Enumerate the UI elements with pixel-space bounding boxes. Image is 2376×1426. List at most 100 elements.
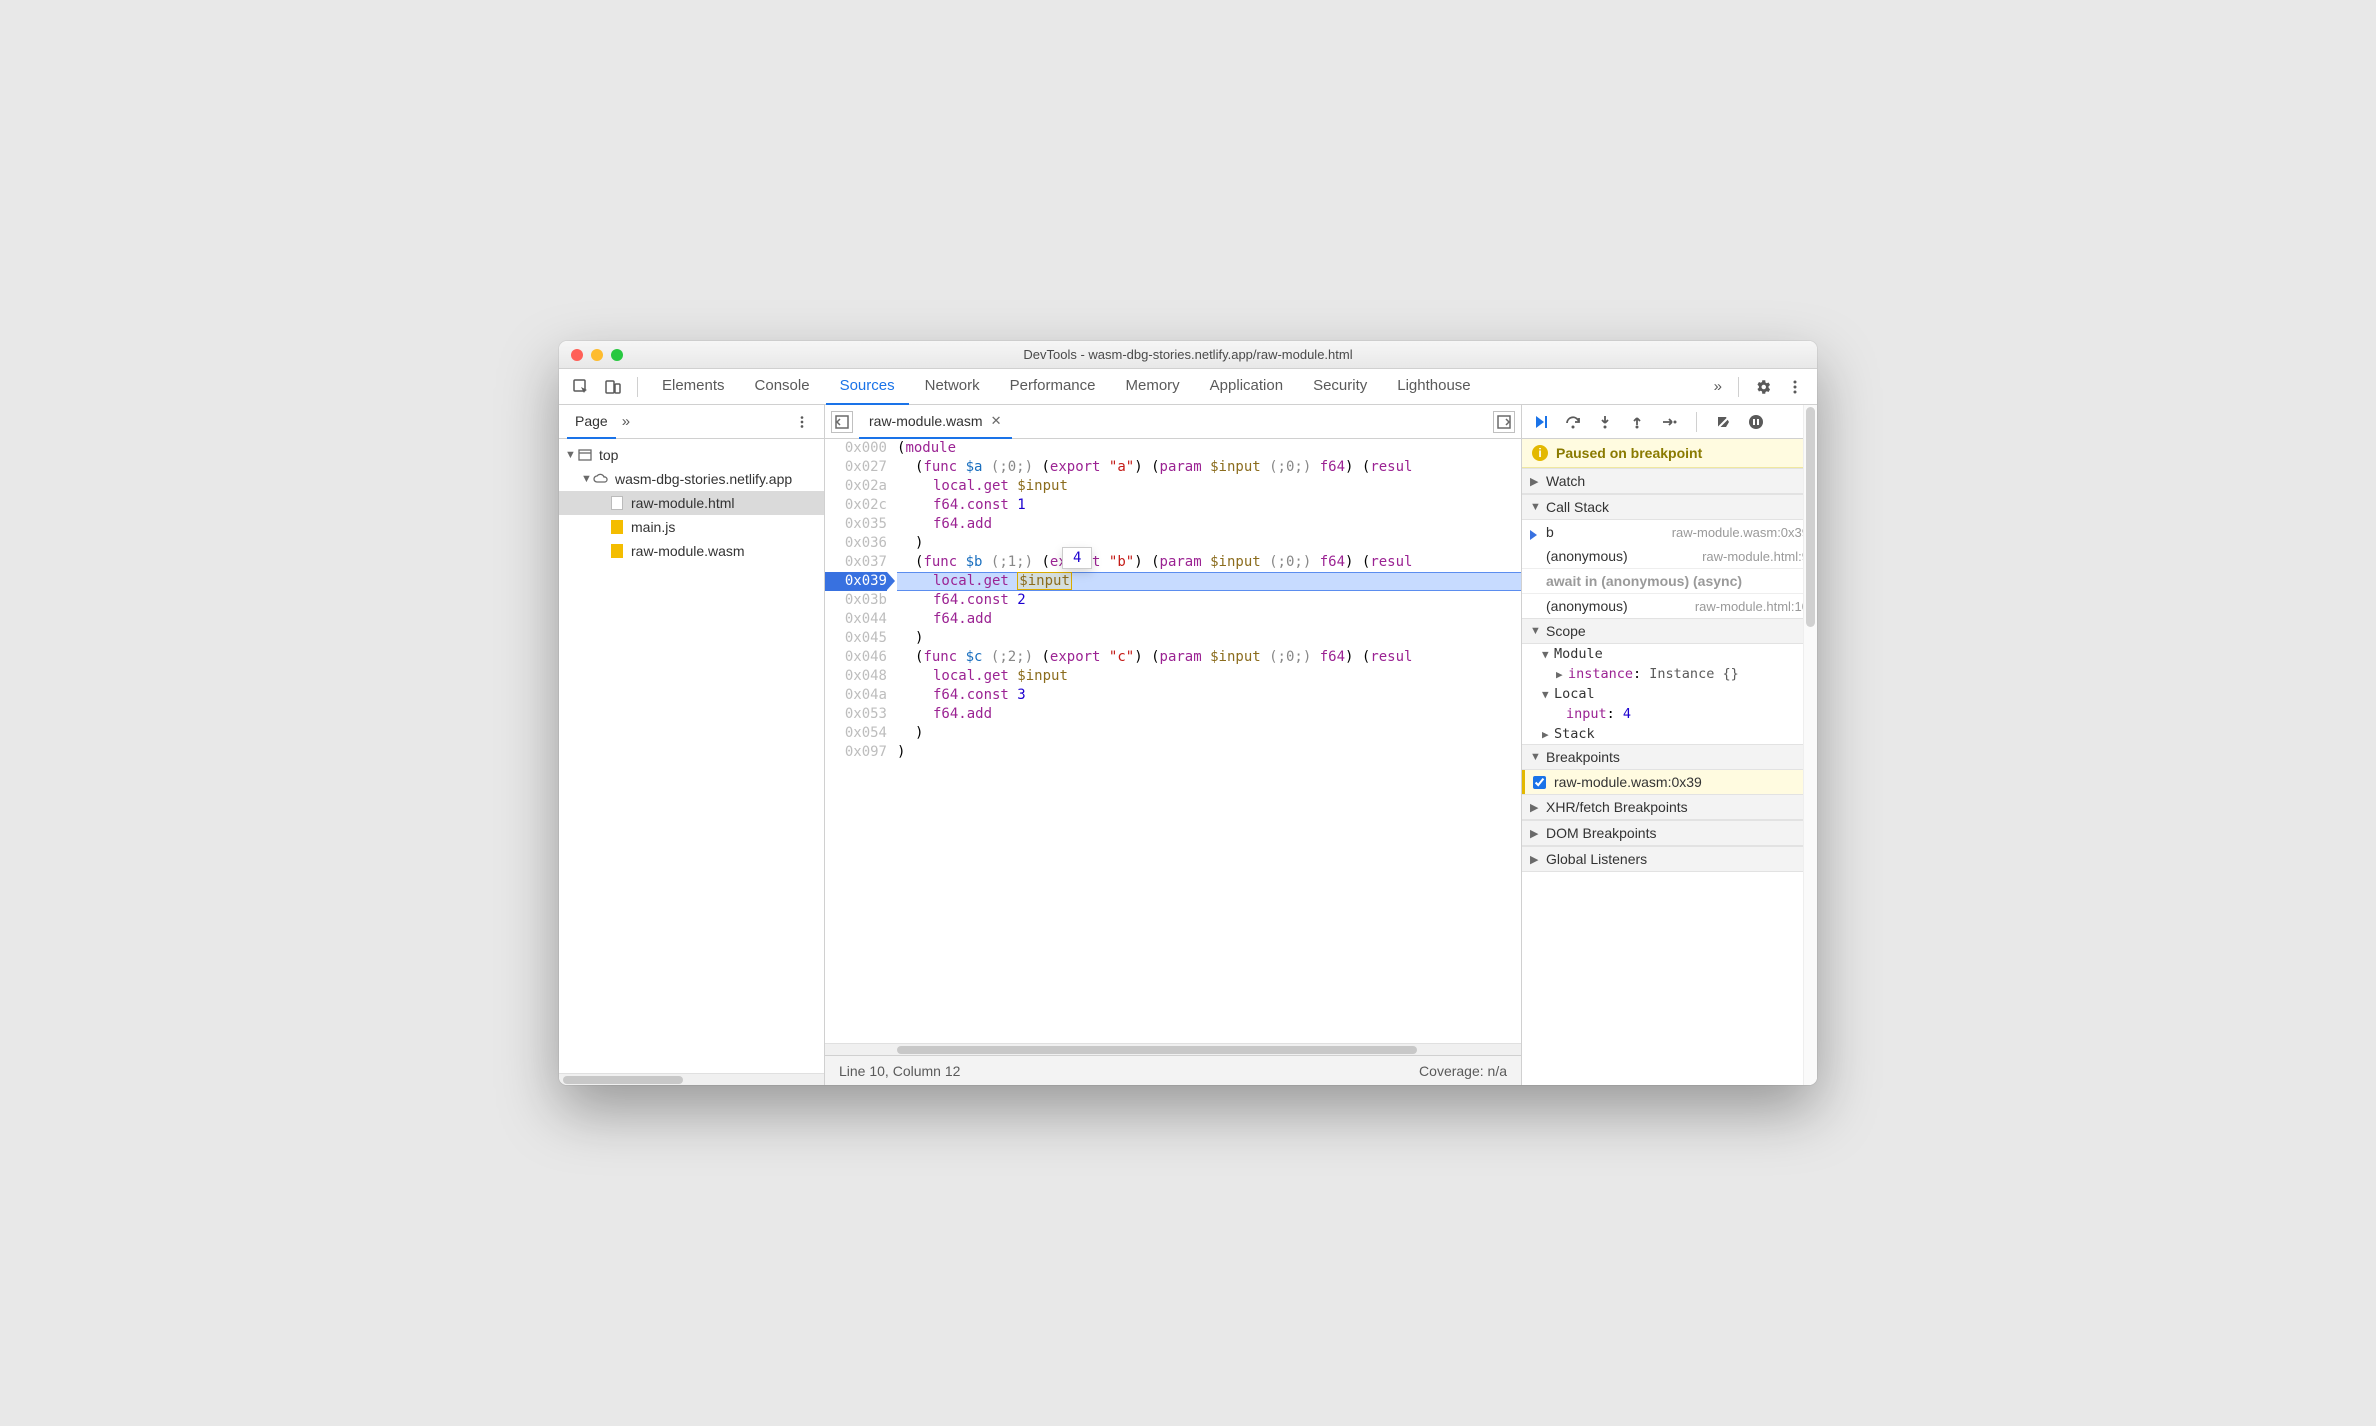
file-tree-label: raw-module.html — [631, 495, 734, 511]
gutter-address[interactable]: 0x02c — [825, 496, 887, 515]
code-line[interactable]: ) — [897, 534, 1521, 553]
code-line[interactable]: f64.add — [897, 610, 1521, 629]
tab-sources[interactable]: Sources — [826, 369, 909, 405]
tab-elements[interactable]: Elements — [648, 369, 739, 405]
tree-domain[interactable]: ▼ wasm-dbg-stories.netlify.app — [559, 467, 824, 491]
tab-console[interactable]: Console — [741, 369, 824, 405]
scope-module-entry[interactable]: ▶instance: Instance {} — [1522, 664, 1817, 684]
inspect-element-icon[interactable] — [567, 373, 595, 401]
step-over-icon[interactable] — [1562, 411, 1584, 433]
tab-performance[interactable]: Performance — [996, 369, 1110, 405]
xhr-section-header[interactable]: ▶XHR/fetch Breakpoints — [1522, 794, 1817, 820]
gutter-address[interactable]: 0x03b — [825, 591, 887, 610]
tab-application[interactable]: Application — [1196, 369, 1297, 405]
code-line[interactable]: local.get $input — [897, 572, 1521, 591]
gutter-address[interactable]: 0x035 — [825, 515, 887, 534]
scope-section-header[interactable]: ▼Scope — [1522, 618, 1817, 644]
callstack-section-header[interactable]: ▼Call Stack — [1522, 494, 1817, 520]
file-tree-item[interactable]: raw-module.wasm — [559, 539, 824, 563]
show-debugger-icon[interactable] — [1493, 411, 1515, 433]
gutter-address[interactable]: 0x053 — [825, 705, 887, 724]
callstack-frame[interactable]: (anonymous)raw-module.html:9 — [1522, 544, 1817, 568]
code-line[interactable]: f64.add — [897, 705, 1521, 724]
file-tree-label: raw-module.wasm — [631, 543, 745, 559]
devtools-window: DevTools - wasm-dbg-stories.netlify.app/… — [559, 341, 1817, 1085]
breakpoint-row[interactable]: raw-module.wasm:0x39 — [1522, 770, 1817, 794]
file-tab[interactable]: raw-module.wasm ✕ — [859, 405, 1012, 439]
close-tab-icon[interactable]: ✕ — [991, 413, 1002, 429]
gutter-address[interactable]: 0x054 — [825, 724, 887, 743]
navigator-scrollbar[interactable] — [559, 1073, 824, 1085]
code-line[interactable]: f64.add — [897, 515, 1521, 534]
gutter-address[interactable]: 0x027 — [825, 458, 887, 477]
expand-icon: ▼ — [565, 449, 575, 461]
gutter-address[interactable]: 0x039 — [825, 572, 887, 591]
code-line[interactable]: (func $b (;1;) (export "b") (param $inpu… — [897, 553, 1521, 572]
overflow-tabs-icon[interactable]: » — [1714, 378, 1722, 395]
file-tree-item[interactable]: raw-module.html — [559, 491, 824, 515]
gutter-address[interactable]: 0x048 — [825, 667, 887, 686]
watch-section-header[interactable]: ▶Watch — [1522, 468, 1817, 494]
debugger-scrollbar[interactable] — [1803, 405, 1817, 1085]
js-file-icon — [609, 519, 625, 535]
gutter-address[interactable]: 0x097 — [825, 743, 887, 762]
code-line[interactable]: ) — [897, 743, 1521, 762]
gutter-address[interactable]: 0x046 — [825, 648, 887, 667]
tab-security[interactable]: Security — [1299, 369, 1381, 405]
code-line[interactable]: local.get $input — [897, 667, 1521, 686]
more-menu-icon[interactable] — [1781, 373, 1809, 401]
navigator-tabs: Page » — [559, 405, 824, 439]
gutter-address[interactable]: 0x045 — [825, 629, 887, 648]
code-line[interactable]: (func $a (;0;) (export "a") (param $inpu… — [897, 458, 1521, 477]
step-into-icon[interactable] — [1594, 411, 1616, 433]
step-icon[interactable] — [1658, 411, 1680, 433]
scope-stack[interactable]: ▶Stack — [1522, 724, 1817, 744]
file-tree: ▼ top ▼ wasm-dbg-stories.netlify.app raw… — [559, 439, 824, 1073]
callstack-frame[interactable]: (anonymous)raw-module.html:10 — [1522, 594, 1817, 618]
global-listeners-section-header[interactable]: ▶Global Listeners — [1522, 846, 1817, 872]
scope-module[interactable]: ▼Module — [1522, 644, 1817, 664]
file-tree-item[interactable]: main.js — [559, 515, 824, 539]
window-title: DevTools - wasm-dbg-stories.netlify.app/… — [559, 347, 1817, 362]
tab-lighthouse[interactable]: Lighthouse — [1383, 369, 1484, 405]
info-icon: i — [1532, 445, 1548, 461]
navigator-overflow-icon[interactable]: » — [622, 413, 630, 430]
code-line[interactable]: (func $c (;2;) (export "c") (param $inpu… — [897, 648, 1521, 667]
pause-exceptions-icon[interactable] — [1745, 411, 1767, 433]
gutter-address[interactable]: 0x04a — [825, 686, 887, 705]
tab-memory[interactable]: Memory — [1112, 369, 1194, 405]
scope-local[interactable]: ▼Local — [1522, 684, 1817, 704]
gutter-address[interactable]: 0x044 — [825, 610, 887, 629]
code-line[interactable]: ) — [897, 629, 1521, 648]
settings-gear-icon[interactable] — [1749, 373, 1777, 401]
code-line[interactable]: f64.const 1 — [897, 496, 1521, 515]
code-line[interactable]: ) — [897, 724, 1521, 743]
file-tabs: raw-module.wasm ✕ — [825, 405, 1521, 439]
status-bar: Line 10, Column 12 Coverage: n/a — [825, 1055, 1521, 1085]
navigator-panel: Page » ▼ top ▼ wasm-dbg-stories.netlify.… — [559, 405, 825, 1085]
titlebar: DevTools - wasm-dbg-stories.netlify.app/… — [559, 341, 1817, 369]
device-toolbar-icon[interactable] — [599, 373, 627, 401]
callstack-frame[interactable]: braw-module.wasm:0x39 — [1522, 520, 1817, 544]
deactivate-breakpoints-icon[interactable] — [1713, 411, 1735, 433]
editor-scrollbar[interactable] — [825, 1043, 1521, 1055]
dom-section-header[interactable]: ▶DOM Breakpoints — [1522, 820, 1817, 846]
show-navigator-icon[interactable] — [831, 411, 853, 433]
breakpoints-section-header[interactable]: ▼Breakpoints — [1522, 744, 1817, 770]
gutter-address[interactable]: 0x000 — [825, 439, 887, 458]
tree-top[interactable]: ▼ top — [559, 443, 824, 467]
page-tab[interactable]: Page — [567, 405, 616, 439]
code-line[interactable]: f64.const 3 — [897, 686, 1521, 705]
gutter-address[interactable]: 0x036 — [825, 534, 887, 553]
navigator-more-icon[interactable] — [788, 408, 816, 436]
code-line[interactable]: local.get $input — [897, 477, 1521, 496]
step-out-icon[interactable] — [1626, 411, 1648, 433]
gutter-address[interactable]: 0x037 — [825, 553, 887, 572]
gutter-address[interactable]: 0x02a — [825, 477, 887, 496]
tab-network[interactable]: Network — [911, 369, 994, 405]
breakpoint-checkbox[interactable] — [1533, 776, 1546, 789]
code-line[interactable]: f64.const 2 — [897, 591, 1521, 610]
code-editor[interactable]: 0x0000x0270x02a0x02c0x0350x0360x0370x039… — [825, 439, 1521, 1043]
resume-icon[interactable] — [1530, 411, 1552, 433]
code-line[interactable]: (module — [897, 439, 1521, 458]
